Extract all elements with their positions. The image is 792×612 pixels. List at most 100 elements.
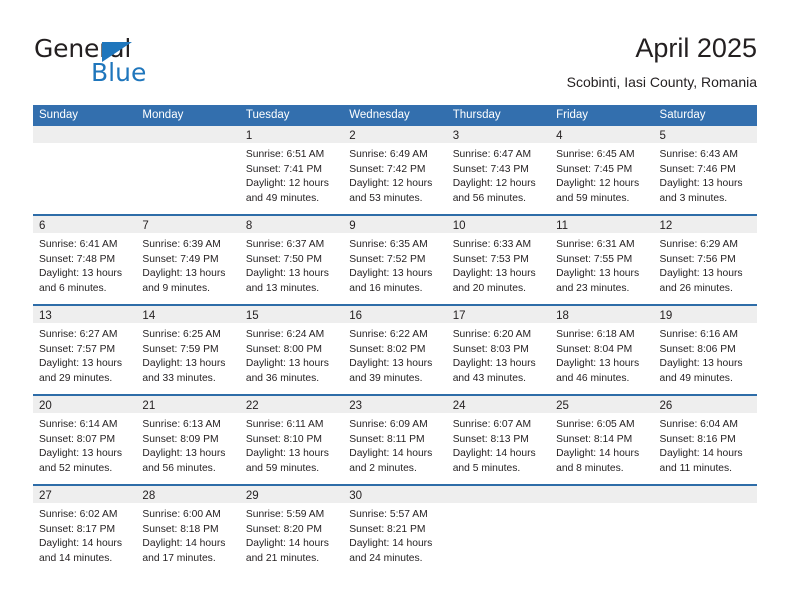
day-detail-line: Sunset: 8:21 PM xyxy=(349,523,426,535)
day-number-band: 19 xyxy=(653,306,757,323)
day-detail-line: and 8 minutes. xyxy=(556,462,624,474)
calendar-day-cell[interactable]: 27 Sunrise: 6:02 AM Sunset: 8:17 PM Dayligh… xyxy=(33,486,137,574)
day-number: 20 xyxy=(39,400,52,412)
calendar-day-cell[interactable]: 2 Sunrise: 6:49 AM Sunset: 7:42 PM Daylight… xyxy=(343,126,447,214)
calendar-day-cell[interactable]: 8 Sunrise: 6:37 AM Sunset: 7:50 PM Daylight… xyxy=(239,216,344,304)
day-detail-line: Daylight: 13 hours xyxy=(452,268,536,280)
day-detail-line: Sunrise: 6:51 AM xyxy=(245,149,325,160)
day-details xyxy=(654,503,757,508)
day-detail-line: and 52 minutes. xyxy=(39,462,113,474)
calendar-day-cell[interactable]: 12 Sunrise: 6:29 AM Sunset: 7:56 PM Dayligh… xyxy=(653,216,757,304)
calendar-day-cell[interactable]: 23 Sunrise: 6:09 AM Sunset: 8:11 PM Dayligh… xyxy=(343,396,447,484)
calendar-week-row: 13 Sunrise: 6:27 AM Sunset: 7:57 PM Dayligh… xyxy=(33,304,757,394)
day-details: Sunrise: 6:29 AM Sunset: 7:56 PM Daylight:… xyxy=(654,233,757,296)
calendar-day-cell[interactable]: 22 Sunrise: 6:11 AM Sunset: 8:10 PM Dayligh… xyxy=(239,396,344,484)
day-detail-line: Daylight: 14 hours xyxy=(142,538,226,550)
day-detail-line: Sunrise: 6:31 AM xyxy=(556,239,635,250)
day-detail-line: and 14 minutes. xyxy=(39,552,113,564)
calendar-day-cell[interactable]: 1 Sunrise: 6:51 AM Sunset: 7:41 PM Daylight… xyxy=(239,126,344,214)
calendar-day-cell[interactable]: 30 Sunrise: 5:57 AM Sunset: 8:21 PM Dayligh… xyxy=(343,486,447,574)
calendar-day-cell[interactable]: 29 Sunrise: 5:59 AM Sunset: 8:20 PM Dayligh… xyxy=(239,486,344,574)
day-detail-line: Sunset: 8:07 PM xyxy=(39,433,116,445)
day-number-band: 8 xyxy=(239,216,344,233)
day-details: Sunrise: 6:45 AM Sunset: 7:45 PM Daylight:… xyxy=(550,143,653,206)
day-details xyxy=(447,503,550,508)
day-number-band: 21 xyxy=(136,396,240,413)
day-number-band: 16 xyxy=(343,306,447,323)
day-detail-line: Sunset: 8:06 PM xyxy=(659,343,736,355)
day-detail-line: Sunrise: 5:59 AM xyxy=(245,509,325,520)
day-number-band: 25 xyxy=(550,396,654,413)
calendar-day-cell[interactable]: 28 Sunrise: 6:00 AM Sunset: 8:18 PM Dayligh… xyxy=(136,486,240,574)
calendar-day-cell[interactable]: 3 Sunrise: 6:47 AM Sunset: 7:43 PM Daylight… xyxy=(446,126,551,214)
day-number: 30 xyxy=(349,490,363,502)
day-detail-line: Daylight: 14 hours xyxy=(245,538,329,550)
calendar-day-cell[interactable]: 16 Sunrise: 6:22 AM Sunset: 8:02 PM Dayligh… xyxy=(343,306,447,394)
day-detail-line: and 56 minutes. xyxy=(452,192,526,204)
day-number: 29 xyxy=(245,490,259,502)
day-detail-line: Daylight: 13 hours xyxy=(659,178,743,190)
day-number-band xyxy=(446,486,551,503)
calendar-day-cell[interactable]: 14 Sunrise: 6:25 AM Sunset: 7:59 PM Dayligh… xyxy=(136,306,240,394)
day-number: 17 xyxy=(452,310,466,322)
calendar-day-cell[interactable]: 26 Sunrise: 6:04 AM Sunset: 8:16 PM Dayligh… xyxy=(653,396,757,484)
day-number-band xyxy=(33,126,137,143)
day-detail-line: and 11 minutes. xyxy=(659,462,733,474)
calendar-day-cell[interactable]: 21 Sunrise: 6:13 AM Sunset: 8:09 PM Dayligh… xyxy=(136,396,240,484)
calendar-day-cell[interactable]: 18 Sunrise: 6:18 AM Sunset: 8:04 PM Dayligh… xyxy=(550,306,654,394)
day-number: 8 xyxy=(245,220,253,232)
day-detail-line: Daylight: 13 hours xyxy=(142,358,226,370)
day-detail-line: Sunrise: 6:24 AM xyxy=(245,329,325,340)
calendar-day-cell[interactable]: 6 Sunrise: 6:41 AM Sunset: 7:48 PM Daylight… xyxy=(33,216,137,304)
day-number-band: 27 xyxy=(33,486,137,503)
calendar-day-cell[interactable]: 25 Sunrise: 6:05 AM Sunset: 8:14 PM Dayligh… xyxy=(550,396,654,484)
day-number: 19 xyxy=(659,310,673,322)
day-detail-line: Sunrise: 6:39 AM xyxy=(142,239,221,250)
day-detail-line: Sunset: 8:16 PM xyxy=(659,433,736,445)
day-number-band: 22 xyxy=(239,396,344,413)
day-number-band: 17 xyxy=(446,306,551,323)
calendar-week-row: 27 Sunrise: 6:02 AM Sunset: 8:17 PM Dayligh… xyxy=(33,484,757,574)
calendar-day-cell[interactable]: 7 Sunrise: 6:39 AM Sunset: 7:49 PM Daylight… xyxy=(136,216,240,304)
brand-logo[interactable]: General Blue xyxy=(34,36,214,88)
calendar-day-cell[interactable]: 10 Sunrise: 6:33 AM Sunset: 7:53 PM Dayligh… xyxy=(446,216,551,304)
day-detail-line: Sunset: 7:53 PM xyxy=(452,253,529,265)
day-number-band: 5 xyxy=(653,126,757,143)
day-number-band: 29 xyxy=(239,486,344,503)
day-detail-line: Sunset: 8:03 PM xyxy=(452,343,529,355)
page-subtitle: Scobinti, Iasi County, Romania xyxy=(566,74,757,90)
day-details: Sunrise: 6:20 AM Sunset: 8:03 PM Daylight:… xyxy=(447,323,550,386)
calendar-day-cell[interactable]: 19 Sunrise: 6:16 AM Sunset: 8:06 PM Dayligh… xyxy=(653,306,757,394)
day-detail-line: Sunrise: 5:57 AM xyxy=(349,509,428,520)
calendar-day-cell[interactable]: 17 Sunrise: 6:20 AM Sunset: 8:03 PM Dayligh… xyxy=(446,306,551,394)
calendar-day-cell[interactable]: 4 Sunrise: 6:45 AM Sunset: 7:45 PM Daylight… xyxy=(550,126,654,214)
day-number-band: 3 xyxy=(446,126,551,143)
day-number: 16 xyxy=(349,310,363,322)
calendar-day-cell[interactable]: 20 Sunrise: 6:14 AM Sunset: 8:07 PM Dayligh… xyxy=(33,396,137,484)
day-details: Sunrise: 6:09 AM Sunset: 8:11 PM Daylight:… xyxy=(343,413,446,476)
day-number: 4 xyxy=(556,130,563,142)
day-detail-line: Sunset: 8:17 PM xyxy=(39,523,116,535)
day-detail-line: Daylight: 13 hours xyxy=(142,448,226,460)
calendar-day-cell[interactable]: 15 Sunrise: 6:24 AM Sunset: 8:00 PM Dayligh… xyxy=(239,306,344,394)
day-number: 24 xyxy=(452,400,466,412)
day-number-band: 12 xyxy=(653,216,757,233)
day-details: Sunrise: 6:04 AM Sunset: 8:16 PM Daylight:… xyxy=(654,413,757,476)
day-detail-line: and 33 minutes. xyxy=(142,372,216,384)
calendar-day-cell[interactable]: 9 Sunrise: 6:35 AM Sunset: 7:52 PM Daylight… xyxy=(343,216,447,304)
weekday-header-saturday: Saturday xyxy=(659,109,706,121)
calendar-day-cell[interactable]: 5 Sunrise: 6:43 AM Sunset: 7:46 PM Daylight… xyxy=(653,126,757,214)
day-detail-line: Sunrise: 6:09 AM xyxy=(349,419,428,430)
day-detail-line: Sunrise: 6:18 AM xyxy=(556,329,635,340)
day-number-band xyxy=(136,126,240,143)
day-detail-line: and 9 minutes. xyxy=(142,282,210,294)
day-detail-line: Daylight: 13 hours xyxy=(245,268,329,280)
calendar-day-cell[interactable]: 11 Sunrise: 6:31 AM Sunset: 7:55 PM Dayligh… xyxy=(550,216,654,304)
day-detail-line: Sunset: 7:43 PM xyxy=(452,163,529,175)
calendar-day-cell[interactable]: 13 Sunrise: 6:27 AM Sunset: 7:57 PM Dayligh… xyxy=(33,306,137,394)
day-detail-line: Daylight: 13 hours xyxy=(556,358,640,370)
calendar-weeks: 1 Sunrise: 6:51 AM Sunset: 7:41 PM Daylight… xyxy=(33,126,757,574)
calendar-week-row: 6 Sunrise: 6:41 AM Sunset: 7:48 PM Daylight… xyxy=(33,214,757,304)
day-details: Sunrise: 6:33 AM Sunset: 7:53 PM Daylight:… xyxy=(447,233,550,296)
calendar-day-cell[interactable]: 24 Sunrise: 6:07 AM Sunset: 8:13 PM Dayligh… xyxy=(446,396,551,484)
